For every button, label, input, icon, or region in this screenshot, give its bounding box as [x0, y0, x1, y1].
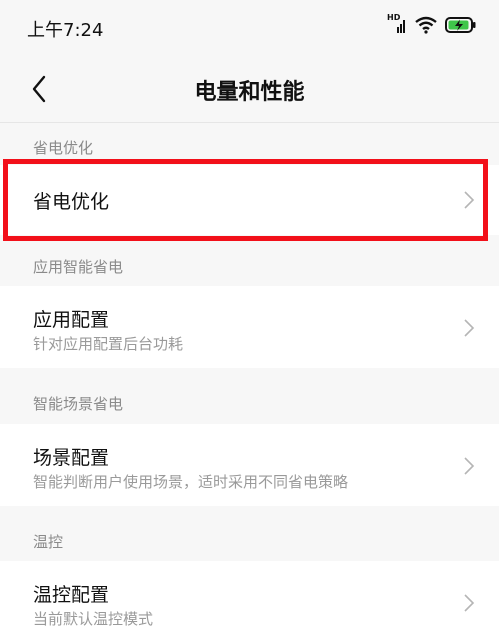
- page-title: 电量和性能: [194, 80, 305, 105]
- nav-bar: 电量和性能: [0, 56, 499, 123]
- row-title: 温控配置: [33, 584, 110, 606]
- section-label-scene-saving: 智能场景省电: [33, 395, 124, 413]
- row-title: 应用配置: [33, 309, 110, 331]
- section-label-app-saving: 应用智能省电: [33, 258, 124, 276]
- chevron-right-icon: [464, 457, 475, 475]
- list-item-app-config[interactable]: 应用配置 针对应用配置后台功耗: [0, 286, 499, 368]
- chevron-right-icon: [464, 191, 475, 209]
- battery-charging-icon: [445, 17, 476, 33]
- row-title: 省电优化: [33, 191, 110, 213]
- section-label-thermal: 温控: [33, 533, 64, 551]
- status-icons: HD: [387, 13, 477, 36]
- chevron-right-icon: [464, 594, 475, 612]
- list-item-power-saving[interactable]: 省电优化: [0, 165, 499, 235]
- list-item-thermal-config[interactable]: 温控配置 当前默认温控模式: [0, 561, 499, 632]
- status-bar: 上午7:24 HD: [0, 0, 499, 56]
- list-item-scene-config[interactable]: 场景配置 智能判断用户使用场景，适时采用不同省电策略: [0, 424, 499, 506]
- wifi-icon: [415, 16, 437, 34]
- row-title: 场景配置: [33, 447, 110, 469]
- hd-signal-icon: HD: [387, 13, 407, 35]
- row-subtitle: 针对应用配置后台功耗: [33, 335, 184, 353]
- chevron-right-icon: [464, 319, 475, 337]
- section-label-power-saving: 省电优化: [33, 139, 94, 157]
- row-subtitle: 智能判断用户使用场景，适时采用不同省电策略: [33, 473, 349, 491]
- row-subtitle: 当前默认温控模式: [33, 610, 154, 628]
- status-time: 上午7:24: [27, 20, 104, 41]
